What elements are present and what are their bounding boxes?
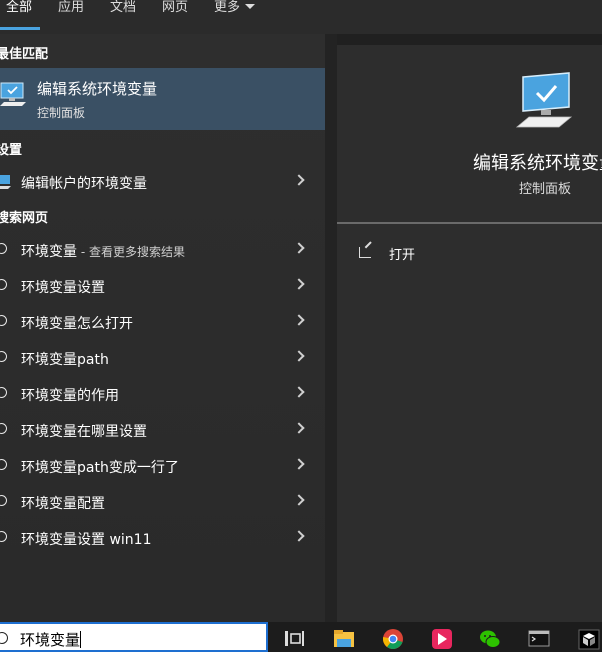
- web-item-label: 环境变量path变成一行了: [21, 460, 179, 476]
- chevron-right-icon: [293, 314, 305, 326]
- tab-all[interactable]: 全部: [6, 0, 32, 16]
- task-view-icon[interactable]: [283, 628, 305, 650]
- app-icon-box[interactable]: [578, 628, 600, 650]
- tab-apps[interactable]: 应用: [58, 0, 84, 16]
- search-icon: [0, 243, 7, 254]
- section-web: 搜索网页: [0, 211, 49, 226]
- tab-documents[interactable]: 文档: [110, 0, 136, 16]
- search-tabs: 全部 应用 文档 网页 更多: [0, 0, 602, 34]
- search-icon: [0, 459, 7, 470]
- best-match-item[interactable]: 编辑系统环境变量 控制面板: [0, 68, 325, 130]
- chevron-right-icon: [293, 350, 305, 362]
- search-icon: [0, 495, 7, 506]
- search-icon: [0, 315, 7, 326]
- chevron-right-icon: [293, 174, 305, 186]
- detail-divider: [337, 222, 602, 224]
- web-item[interactable]: 环境变量设置: [0, 268, 325, 304]
- chevron-right-icon: [293, 242, 305, 254]
- best-match-title: 编辑系统环境变量: [37, 80, 158, 98]
- web-item-label: 环境变量怎么打开: [21, 316, 133, 332]
- detail-subtitle: 控制面板: [519, 182, 572, 197]
- chrome-icon[interactable]: [382, 628, 404, 650]
- web-item-label: 环境变量设置 win11: [21, 532, 152, 548]
- chevron-right-icon: [293, 422, 305, 434]
- web-item-label: 环境变量: [21, 244, 77, 260]
- section-best-match: 最佳匹配: [0, 47, 49, 62]
- chevron-down-icon: [245, 4, 256, 9]
- chevron-right-icon: [293, 494, 305, 506]
- computer-icon: [0, 82, 26, 106]
- web-item-label: 环境变量设置: [21, 280, 105, 296]
- chevron-right-icon: [293, 530, 305, 542]
- chevron-right-icon: [293, 458, 305, 470]
- web-item[interactable]: 环境变量设置 win11: [0, 520, 325, 556]
- text-cursor: [80, 631, 82, 648]
- open-external-icon: [359, 247, 371, 258]
- search-icon: [0, 531, 7, 542]
- pane-divider: [325, 34, 337, 622]
- detail-title: 编辑系统环境变量: [473, 153, 602, 174]
- web-item-suffix: - 查看更多搜索结果: [77, 245, 185, 259]
- computer-icon: [0, 175, 11, 189]
- tab-web[interactable]: 网页: [162, 0, 188, 16]
- tab-more[interactable]: 更多: [214, 0, 256, 16]
- settings-item-label: 编辑帐户的环境变量: [21, 176, 147, 192]
- chevron-right-icon: [293, 278, 305, 290]
- search-icon: [0, 279, 7, 290]
- file-explorer-icon[interactable]: [333, 628, 355, 650]
- active-tab-indicator: [0, 27, 40, 30]
- search-icon: [0, 351, 7, 362]
- best-match-subtitle: 控制面板: [37, 106, 86, 120]
- web-item[interactable]: 环境变量怎么打开: [0, 304, 325, 340]
- web-item[interactable]: 环境变量 - 查看更多搜索结果: [0, 232, 325, 268]
- web-item-label: 环境变量path: [21, 352, 109, 368]
- wechat-icon[interactable]: [479, 628, 501, 650]
- search-icon: [0, 387, 7, 398]
- taskbar: 环境变量: [0, 622, 602, 652]
- web-item[interactable]: 环境变量的作用: [0, 376, 325, 412]
- web-item[interactable]: 环境变量path变成一行了: [0, 448, 325, 484]
- web-item[interactable]: 环境变量path: [0, 340, 325, 376]
- computer-icon: [515, 72, 573, 128]
- web-item-label: 环境变量配置: [21, 496, 105, 512]
- search-box[interactable]: 环境变量: [0, 622, 268, 652]
- app-icon-pink[interactable]: [431, 628, 453, 650]
- web-item-label: 环境变量的作用: [21, 388, 119, 404]
- results-pane: 最佳匹配 编辑系统环境变量 控制面板 设置 编辑帐户的环境变量 搜索网页 环境变…: [0, 34, 325, 622]
- open-action-label: 打开: [389, 248, 416, 263]
- terminal-icon[interactable]: [528, 628, 550, 650]
- search-icon: [0, 423, 7, 434]
- search-input[interactable]: 环境变量: [20, 631, 80, 649]
- tab-more-label: 更多: [214, 0, 241, 15]
- settings-item-user-env[interactable]: 编辑帐户的环境变量: [0, 164, 325, 200]
- search-icon: [0, 632, 8, 644]
- detail-pane: 编辑系统环境变量 控制面板 打开: [337, 45, 602, 622]
- web-item[interactable]: 环境变量配置: [0, 484, 325, 520]
- chevron-right-icon: [293, 386, 305, 398]
- open-action[interactable]: 打开: [359, 243, 559, 267]
- web-item[interactable]: 环境变量在哪里设置: [0, 412, 325, 448]
- web-item-label: 环境变量在哪里设置: [21, 424, 147, 440]
- section-settings: 设置: [0, 143, 23, 158]
